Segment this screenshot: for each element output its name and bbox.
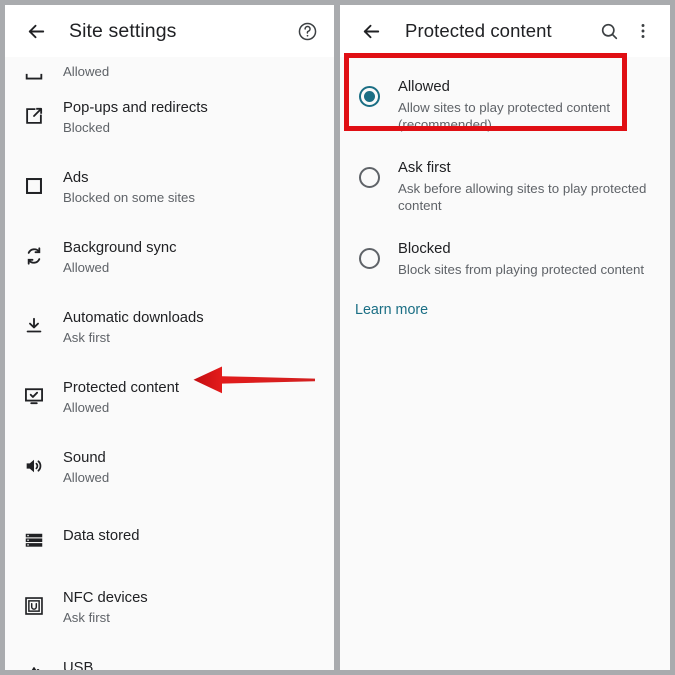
list-item-title: Pop-ups and redirects [63,100,208,116]
list-item-title: Ads [63,170,89,186]
list-item-title: Background sync [63,240,177,256]
radio-option-ask-first[interactable]: Ask first Ask before allowing sites to p… [340,144,670,225]
search-icon[interactable] [592,14,626,48]
protected-content-icon [5,363,63,407]
radio-text: Ask first Ask before allowing sites to p… [398,155,656,214]
list-item-usb[interactable]: USB Ask first [5,643,334,670]
radio-button-allowed[interactable] [340,74,398,107]
radio-subtitle: Ask before allowing sites to play protec… [398,181,647,213]
list-item-text: Sound Allowed [63,433,322,487]
list-item-text: Data stored [63,503,322,546]
right-appbar: Protected content [340,5,670,57]
list-item-protected-content[interactable]: Protected content Allowed [5,363,334,433]
left-appbar: Site settings [5,5,334,57]
more-vert-icon[interactable] [626,14,660,48]
list-item-subtitle: Allowed [63,64,110,79]
radio-option-blocked[interactable]: Blocked Block sites from playing protect… [340,225,670,289]
radio-text: Blocked Block sites from playing protect… [398,236,656,278]
list-item-title: Protected content [63,380,179,396]
help-circle-icon[interactable] [290,14,324,48]
site-settings-panel: Site settings Allowed Pop-ups and redire… [5,5,334,670]
usb-icon [5,643,63,670]
radio-title: Allowed [398,79,450,95]
list-item-ads[interactable]: Ads Blocked on some sites [5,153,334,223]
screenshot-root: Site settings Allowed Pop-ups and redire… [0,0,675,675]
list-item-text: Automatic downloads Ask first [63,293,322,347]
list-item-text: Protected content Allowed [63,363,322,417]
radio-button-ask-first[interactable] [340,155,398,188]
storage-icon [5,503,63,551]
radio-option-allowed[interactable]: Allowed Allow sites to play protected co… [340,63,670,144]
learn-more-link[interactable]: Learn more [355,302,428,318]
list-item-background-sync[interactable]: Background sync Allowed [5,223,334,293]
list-item-subtitle: Ask first [63,330,110,345]
radio-indicator-selected [358,86,380,107]
back-icon[interactable] [19,14,53,48]
list-item-text: USB Ask first [63,643,322,670]
radio-indicator-unselected [358,167,380,188]
download-icon [5,293,63,337]
list-item-subtitle: Ask first [63,610,110,625]
list-item-title: Sound [63,450,106,466]
list-item-automatic-downloads[interactable]: Automatic downloads Ask first [5,293,334,363]
list-item-popups[interactable]: Pop-ups and redirects Blocked [5,83,334,153]
radio-button-blocked[interactable] [340,236,398,269]
nfc-icon [5,573,63,617]
list-item-sound[interactable]: Sound Allowed [5,433,334,503]
page-title: Protected content [405,20,552,41]
list-item-text: NFC devices Ask first [63,573,322,627]
list-item-text: Background sync Allowed [63,223,322,277]
ads-square-icon [5,153,63,197]
sync-icon [5,223,63,267]
list-item-subtitle: Allowed [63,470,110,485]
radio-indicator-unselected [358,248,380,269]
list-item-title: USB [63,660,94,670]
protected-content-options: Allowed Allow sites to play protected co… [340,57,670,319]
radio-title: Ask first [398,160,451,176]
back-icon[interactable] [354,14,388,48]
radio-text: Allowed Allow sites to play protected co… [398,74,656,133]
list-item-data-stored[interactable]: Data stored [5,503,334,573]
radio-subtitle: Block sites from playing protected conte… [398,262,645,277]
list-item-text: Ads Blocked on some sites [63,153,322,207]
list-item[interactable]: Allowed [5,57,334,83]
list-item-subtitle: Allowed [63,400,110,415]
list-item-title: NFC devices [63,590,148,606]
radio-title: Blocked [398,241,451,257]
protected-content-panel: Protected content Allowed Allow sites to… [340,5,670,670]
list-item-nfc-devices[interactable]: NFC devices Ask first [5,573,334,643]
list-item-subtitle: Allowed [63,260,110,275]
list-item-subtitle: Blocked [63,120,110,135]
open-in-new-icon [5,83,63,127]
page-title: Site settings [69,19,177,42]
list-item-subtitle: Blocked on some sites [63,190,195,205]
radio-subtitle: Allow sites to play protected content (r… [398,100,611,132]
list-item-text: Allowed [63,62,322,83]
settings-list: Allowed Pop-ups and redirects Blocked Ad… [5,57,334,670]
list-item-title: Automatic downloads [63,310,204,326]
list-item-text: Pop-ups and redirects Blocked [63,83,322,137]
list-item-title: Data stored [63,528,140,544]
volume-up-icon [5,433,63,477]
square-icon [5,61,63,83]
